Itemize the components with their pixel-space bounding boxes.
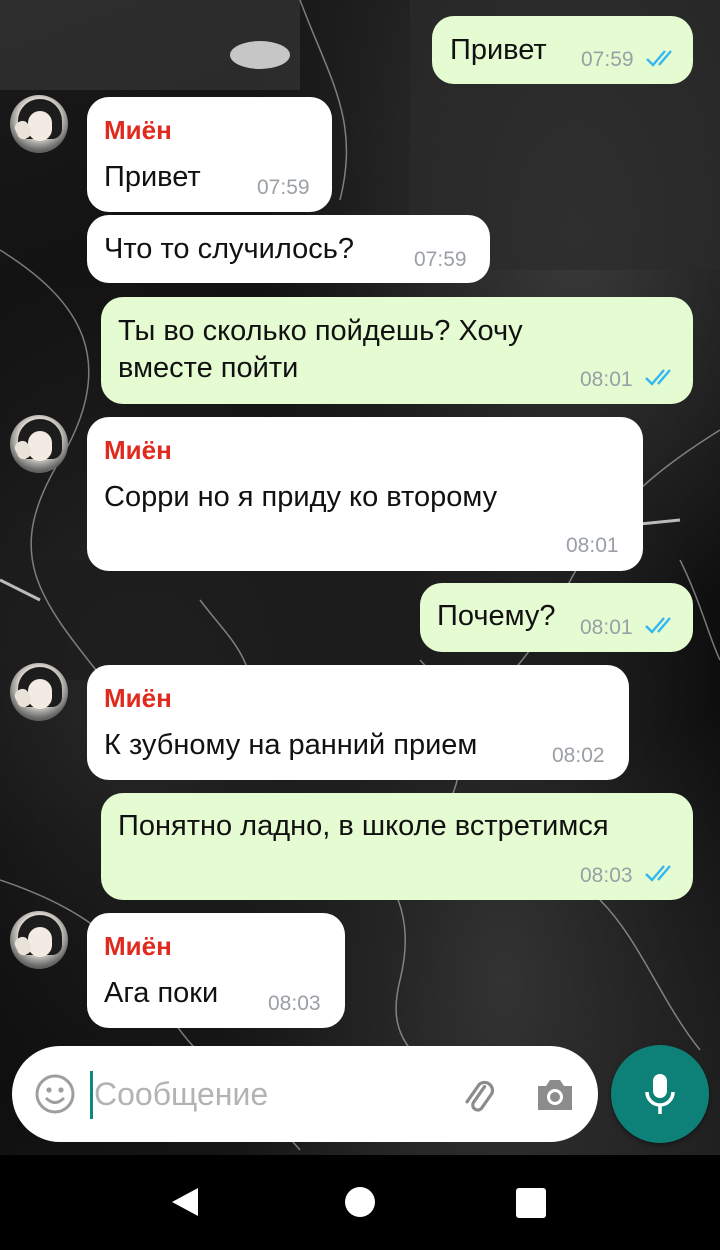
message-text-line: Ты во сколько пойдешь? Хочу (118, 315, 523, 347)
sender-name: Миён (104, 435, 172, 465)
message-text: Привет (450, 34, 547, 66)
double-check-icon (645, 369, 671, 386)
sender-name: Миён (104, 683, 172, 713)
double-check-icon (646, 50, 672, 67)
contact-avatar[interactable] (10, 911, 68, 969)
message-text-line: вместе пойти (118, 352, 299, 384)
message-time: 07:59 (257, 176, 310, 199)
message-bubble-outgoing[interactable]: Ты во сколько пойдешь? Хочу вместе пойти… (101, 297, 693, 404)
home-icon[interactable] (345, 1187, 375, 1217)
message-text: К зубному на ранний прием (104, 729, 478, 761)
contact-avatar[interactable] (10, 663, 68, 721)
emoji-icon[interactable] (34, 1073, 76, 1115)
microphone-icon (645, 1074, 675, 1114)
message-time: 08:03 (268, 992, 321, 1015)
message-time: 07:59 (581, 48, 634, 71)
contact-avatar[interactable] (10, 415, 68, 473)
message-time: 08:03 (580, 864, 633, 887)
voice-record-button[interactable] (611, 1045, 709, 1143)
recent-apps-icon[interactable] (516, 1188, 546, 1218)
message-text: Почему? (437, 600, 556, 632)
message-time: 07:59 (414, 248, 467, 271)
message-composer[interactable]: Сообщение (12, 1046, 598, 1142)
message-text: Сорри но я приду ко второму (104, 481, 498, 513)
sender-name: Миён (104, 931, 172, 961)
message-bubble-incoming[interactable]: Миён Привет 07:59 (87, 97, 332, 212)
message-bubble-outgoing[interactable]: Почему? 08:01 (420, 583, 693, 652)
message-text: Что то случилось? (104, 233, 354, 265)
camera-icon[interactable] (534, 1076, 576, 1114)
message-time: 08:02 (552, 744, 605, 767)
back-icon[interactable] (170, 1186, 200, 1218)
message-bubble-outgoing[interactable]: Понятно ладно, в школе встретимся 08:03 (101, 793, 693, 900)
contact-avatar[interactable] (10, 95, 68, 153)
double-check-icon (645, 865, 671, 882)
message-bubble-incoming[interactable]: Миён Ага поки 08:03 (87, 913, 345, 1028)
message-time: 08:01 (580, 616, 633, 639)
message-input[interactable]: Сообщение (94, 1076, 268, 1113)
double-check-icon (645, 617, 671, 634)
message-text: Понятно ладно, в школе встретимся (118, 810, 609, 842)
message-bubble-incoming[interactable]: Миён К зубному на ранний прием 08:02 (87, 665, 629, 780)
message-time: 08:01 (580, 368, 633, 391)
message-text: Ага поки (104, 977, 219, 1009)
message-text: Привет (104, 161, 201, 193)
paperclip-icon[interactable] (456, 1074, 498, 1116)
sender-name: Миён (104, 115, 172, 145)
message-time: 08:01 (566, 534, 619, 557)
message-bubble-outgoing[interactable]: Привет 07:59 (432, 16, 693, 84)
message-bubble-incoming[interactable]: Что то случилось? 07:59 (87, 215, 490, 283)
message-bubble-incoming[interactable]: Миён Сорри но я приду ко второму 08:01 (87, 417, 643, 571)
text-cursor (90, 1071, 93, 1119)
